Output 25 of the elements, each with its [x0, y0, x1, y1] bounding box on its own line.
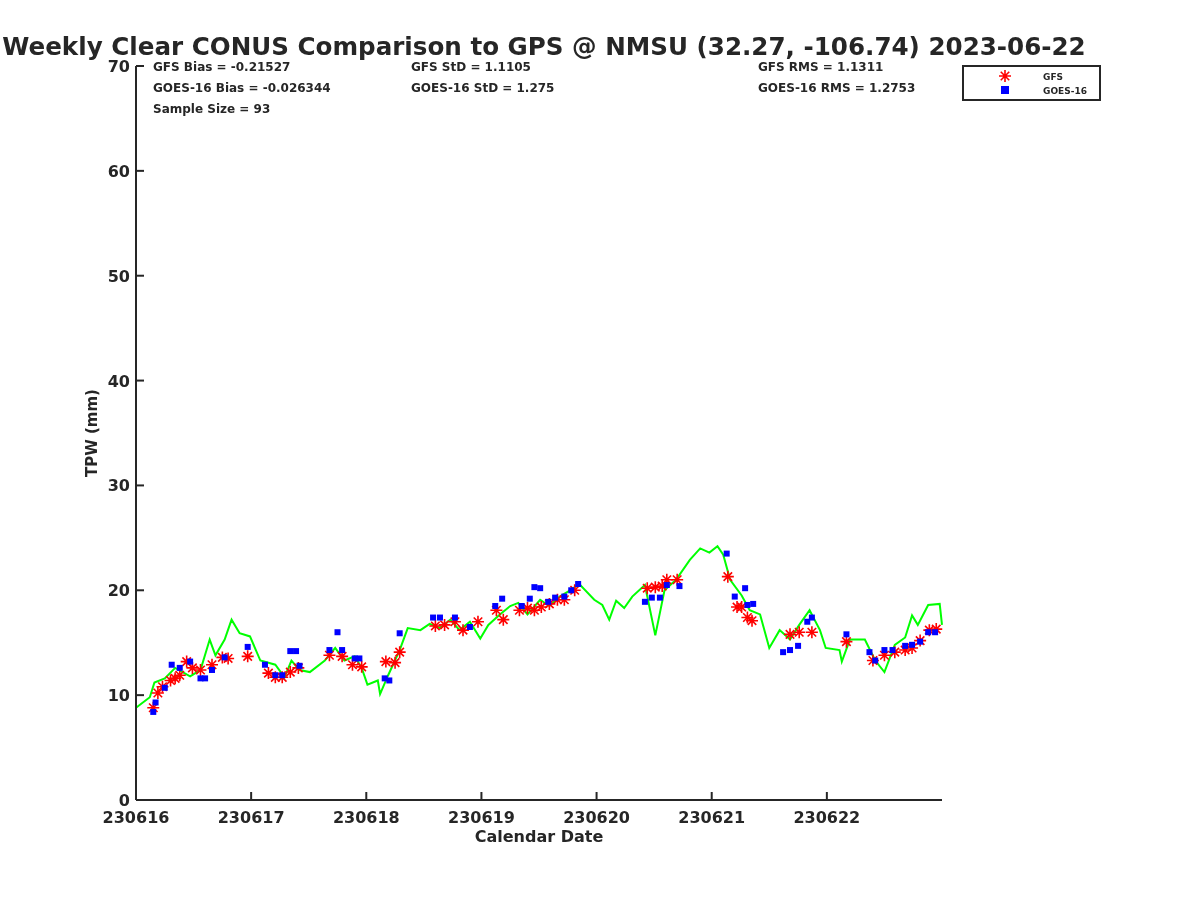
stat-text: GOES-16 RMS = 1.2753 [758, 81, 916, 95]
tick-label: 230622 [793, 808, 861, 827]
stat-text: GOES-16 Bias = -0.026344 [153, 81, 331, 95]
tick-label: 230617 [217, 808, 285, 827]
stat-text: GFS StD = 1.1105 [411, 60, 531, 74]
tick-label: 20 [107, 581, 130, 601]
tick-label: 40 [107, 371, 130, 391]
legend-label: GOES-16 [1043, 86, 1087, 96]
tick-label: 50 [107, 266, 130, 286]
tick-label: 0 [118, 791, 130, 810]
stat-text: GOES-16 StD = 1.275 [411, 81, 555, 95]
tick-label: 230621 [678, 808, 746, 827]
axis-label: Calendar Date [474, 827, 604, 846]
tick-label: 230620 [563, 808, 630, 827]
axis-label: TPW (mm) [83, 389, 101, 477]
tick-label: 60 [107, 161, 130, 181]
stat-text: GFS RMS = 1.1311 [758, 60, 884, 74]
tick-label: 230618 [332, 808, 400, 827]
tick-label: 10 [107, 686, 130, 706]
stat-text: GFS Bias = -0.21527 [153, 60, 291, 74]
tick-label: 230619 [448, 808, 515, 827]
tick-label: 30 [107, 476, 130, 496]
tick-label: 230616 [102, 808, 170, 827]
legend-label: GFS [1043, 72, 1064, 82]
stat-text: Sample Size = 93 [153, 102, 271, 116]
